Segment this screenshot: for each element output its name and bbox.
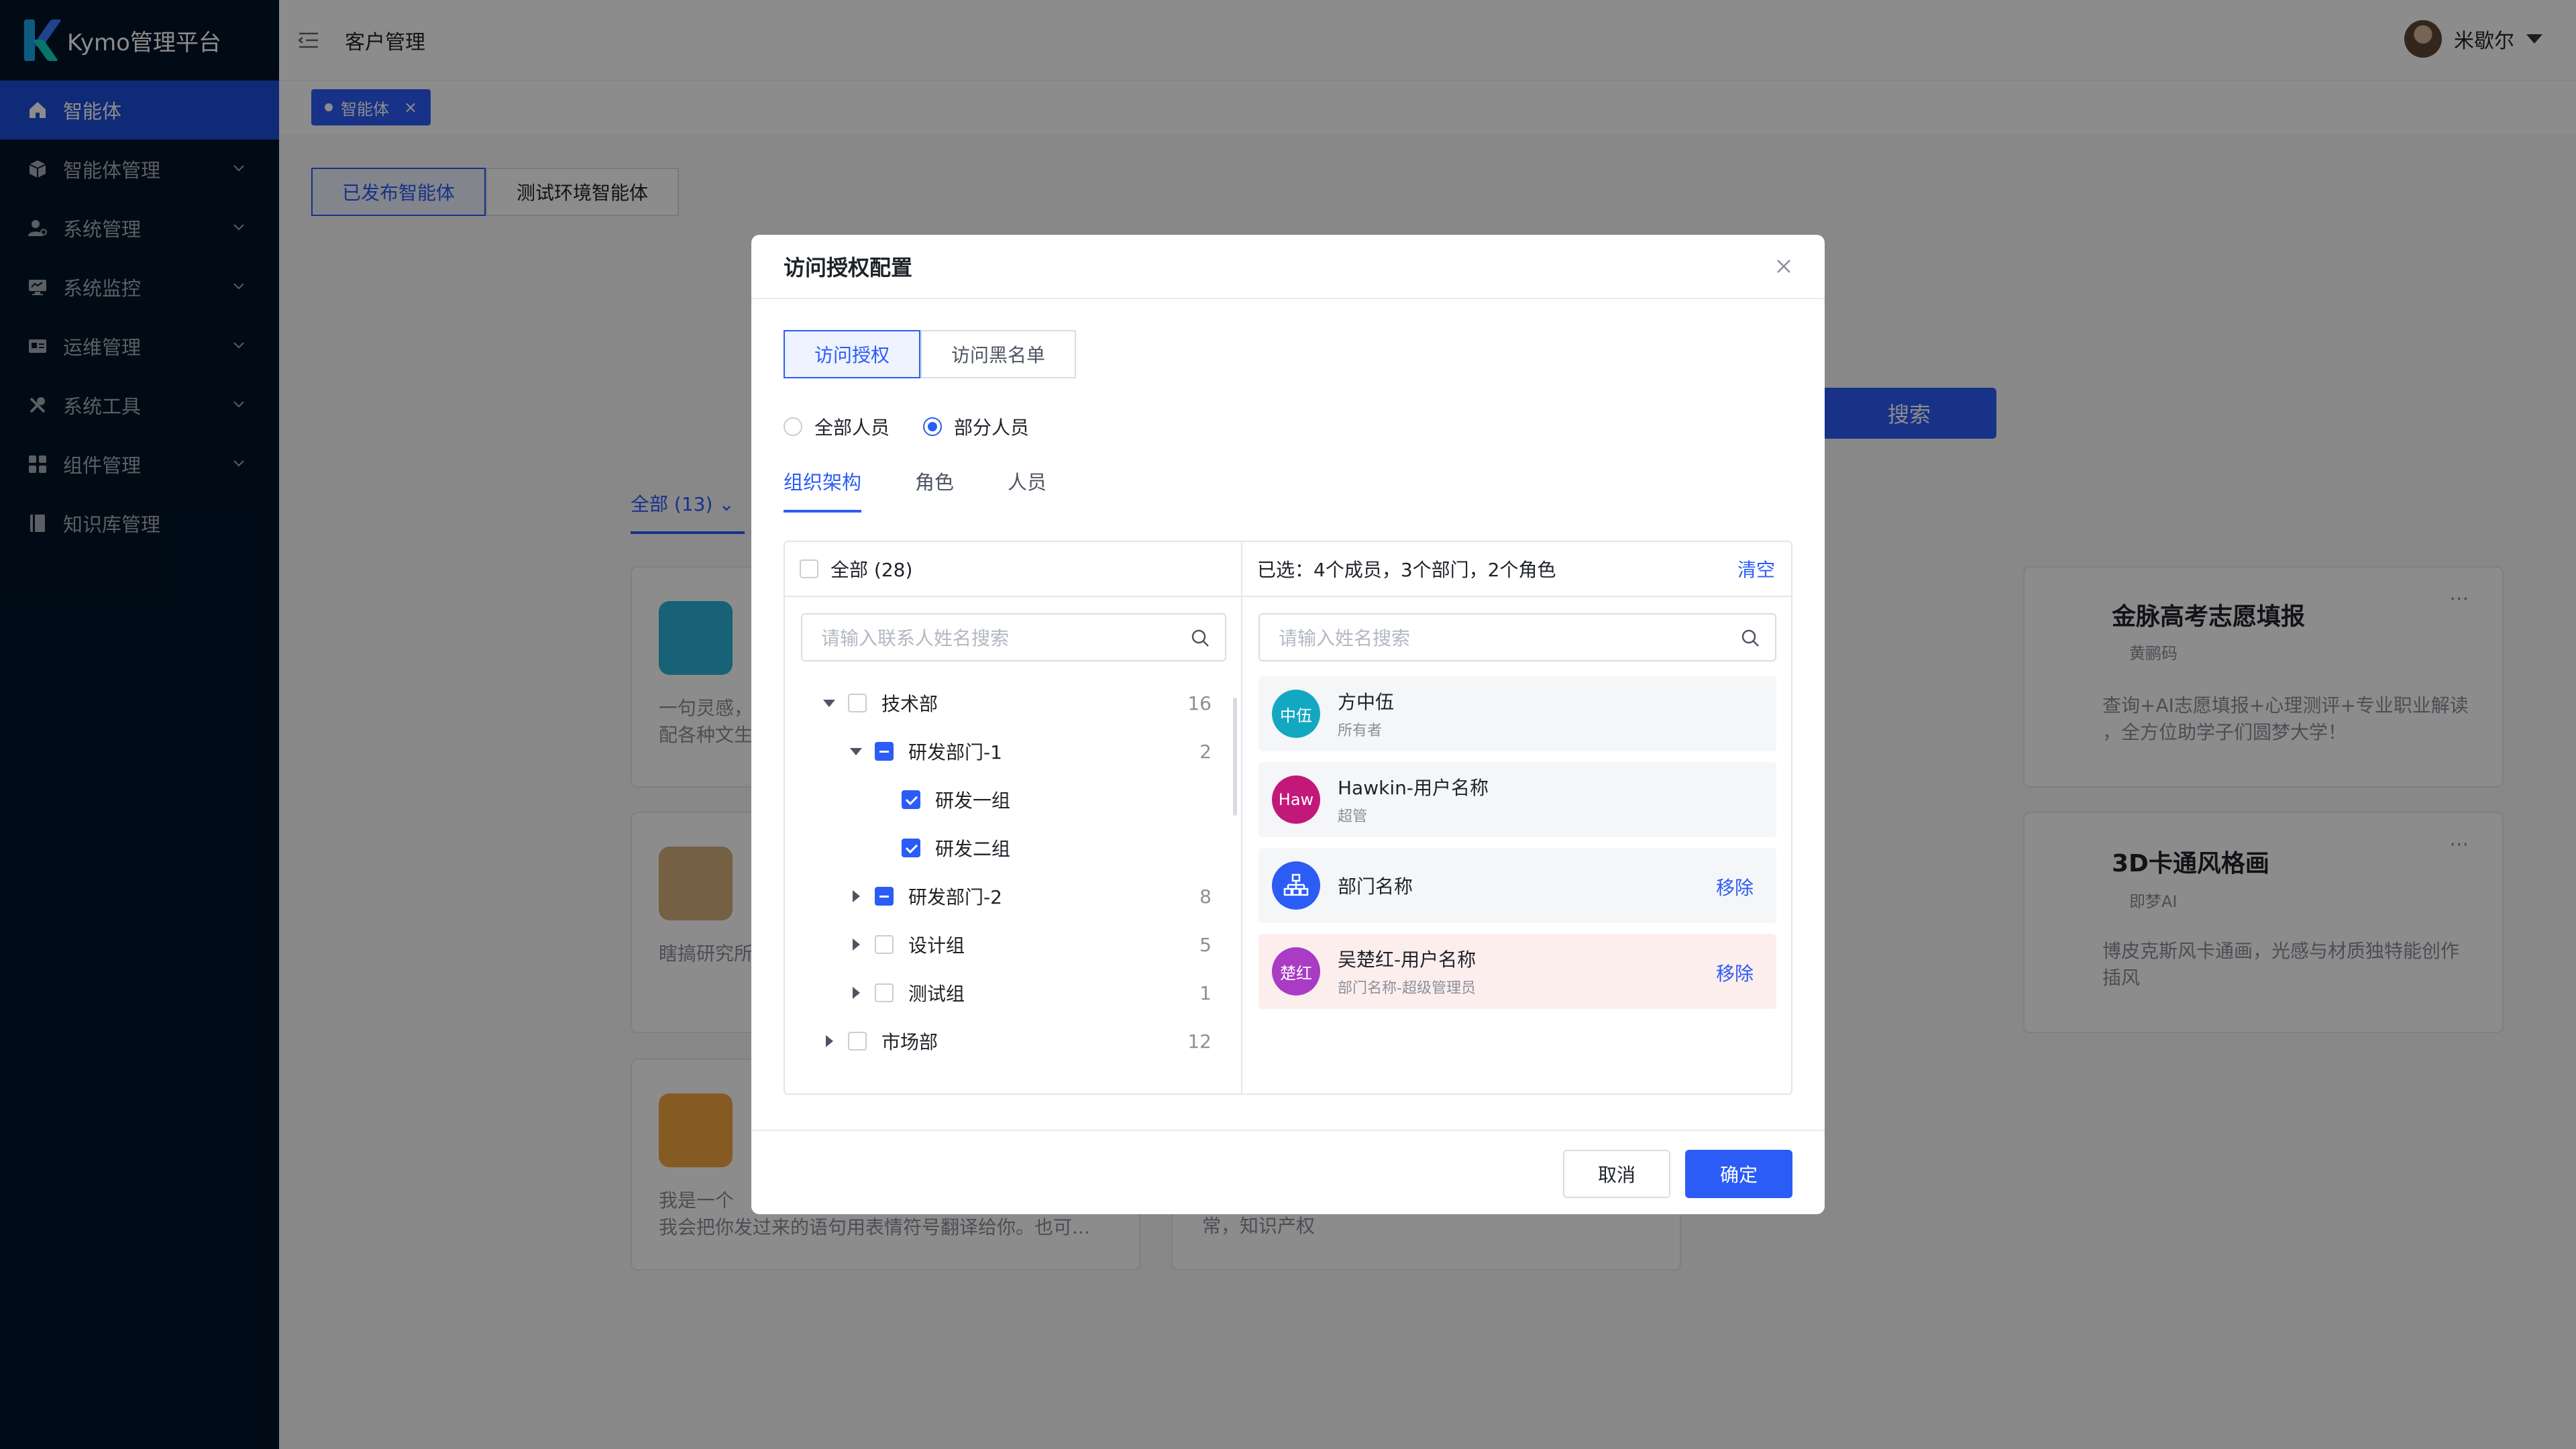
tree-node[interactable]: 设计组 5 (848, 920, 1241, 969)
tree-label: 研发二组 (935, 838, 1011, 860)
selected-panel: 已选：4个成员，3个部门，2个角色 清空 请输入姓名搜索 中伍 方中伍 所有者 … (1242, 542, 1791, 1093)
selected-name: 部门名称 (1338, 875, 1413, 898)
scope-radio-group: 全部人员 部分人员 (784, 413, 1063, 440)
remove-link[interactable]: 移除 (1716, 873, 1754, 900)
radio-label: 全部人员 (814, 417, 890, 439)
selected-role: 所有者 (1338, 722, 1383, 739)
tree-checkbox[interactable] (875, 887, 894, 906)
avatar: 中伍 (1272, 690, 1320, 738)
close-icon[interactable] (1775, 258, 1792, 275)
tree-label: 研发部门-2 (908, 886, 1002, 908)
tab-access-grant[interactable]: 访问授权 (784, 330, 921, 378)
tree-node[interactable]: 研发二组 (902, 824, 1241, 872)
tree-checkbox[interactable] (902, 790, 920, 809)
tree-count: 8 (1199, 885, 1212, 908)
tree-checkbox[interactable] (875, 935, 894, 954)
tab-members[interactable]: 人员 (1008, 467, 1046, 513)
tree-label: 测试组 (908, 983, 965, 1005)
tree-count: 12 (1187, 1030, 1212, 1053)
tree-count: 5 (1199, 933, 1212, 956)
contact-search-input[interactable]: 请输入联系人姓名搜索 (801, 613, 1226, 661)
org-chart-icon (1272, 861, 1320, 910)
tree-node[interactable]: 研发部门-2 8 (848, 872, 1241, 920)
selected-item: Haw Hawkin-用户名称 超管 (1258, 762, 1776, 837)
tree-label: 研发部门-1 (908, 741, 1002, 763)
search-icon[interactable] (1740, 628, 1760, 648)
selection-subtabs: 组织架构 角色 人员 (784, 467, 1100, 513)
modal-header: 访问授权配置 (751, 235, 1825, 299)
remove-link[interactable]: 移除 (1716, 959, 1754, 986)
selected-role: 超管 (1338, 808, 1368, 825)
expand-right-icon[interactable] (848, 888, 864, 904)
tree-node[interactable]: 技术部 16 (821, 679, 1241, 727)
selected-item: 部门名称 移除 (1258, 848, 1776, 923)
selected-name: 方中伍 (1338, 691, 1395, 713)
modal-title: 访问授权配置 (784, 255, 913, 280)
tree-label: 研发一组 (935, 790, 1011, 812)
selected-header: 已选：4个成员，3个部门，2个角色 清空 (1242, 542, 1791, 597)
expand-right-icon[interactable] (848, 936, 864, 953)
transfer-panel: 全部 (28) 请输入联系人姓名搜索 技术部 16 研发部门-1 2 研发一组 (784, 541, 1792, 1095)
confirm-button[interactable]: 确定 (1685, 1150, 1792, 1198)
tree-checkbox[interactable] (875, 983, 894, 1002)
avatar: Haw (1272, 775, 1320, 824)
tree-node[interactable]: 研发部门-1 2 (848, 727, 1241, 775)
select-all-label: 全部 (28) (830, 559, 913, 581)
expand-right-icon[interactable] (848, 985, 864, 1001)
cancel-button[interactable]: 取消 (1563, 1150, 1670, 1198)
radio-label: 部分人员 (954, 417, 1030, 439)
selected-item: 楚红 吴楚红-用户名称 部门名称-超级管理员 移除 (1258, 934, 1776, 1009)
tree-node[interactable]: 市场部 12 (821, 1017, 1241, 1065)
tree-node[interactable]: 研发一组 (902, 775, 1241, 824)
selected-name: 吴楚红-用户名称 (1338, 949, 1477, 971)
tree-count: 16 (1187, 692, 1212, 714)
tab-org-structure[interactable]: 组织架构 (784, 467, 862, 513)
expand-down-icon[interactable] (848, 743, 864, 759)
access-tabs: 访问授权 访问黑名单 (784, 330, 1077, 378)
tree-checkbox[interactable] (875, 742, 894, 761)
tree-label: 设计组 (908, 934, 965, 957)
selected-name: Hawkin-用户名称 (1338, 777, 1489, 799)
name-search-input[interactable]: 请输入姓名搜索 (1258, 613, 1776, 661)
avatar: 楚红 (1272, 947, 1320, 996)
tree-checkbox[interactable] (902, 839, 920, 857)
tree-count: 1 (1199, 981, 1212, 1004)
tree-label: 技术部 (881, 693, 938, 715)
tree-checkbox[interactable] (848, 1032, 867, 1051)
tab-roles[interactable]: 角色 (915, 467, 954, 513)
radio-all-members[interactable] (784, 417, 802, 436)
select-all-checkbox[interactable] (800, 559, 818, 578)
selected-item: 中伍 方中伍 所有者 (1258, 676, 1776, 751)
tree-label: 市场部 (881, 1031, 938, 1053)
tree-checkbox[interactable] (848, 694, 867, 712)
search-placeholder: 请输入姓名搜索 (1279, 627, 1411, 649)
access-config-modal: 访问授权配置 访问授权 访问黑名单 全部人员 部分人员 组织架构 角色 人员 全… (751, 235, 1825, 1214)
selected-summary: 已选：4个成员，3个部门，2个角色 (1257, 559, 1556, 581)
expand-right-icon[interactable] (821, 1033, 837, 1049)
search-icon[interactable] (1190, 628, 1210, 648)
selected-role: 部门名称-超级管理员 (1338, 980, 1476, 997)
radio-partial-members[interactable] (923, 417, 943, 436)
tree-node[interactable]: 测试组 1 (848, 969, 1241, 1017)
modal-footer: 取消 确定 (751, 1130, 1825, 1214)
search-placeholder: 请输入联系人姓名搜索 (821, 627, 1010, 649)
tree-header: 全部 (28) (785, 542, 1241, 597)
expand-down-icon[interactable] (821, 695, 837, 711)
tab-access-blacklist[interactable]: 访问黑名单 (920, 330, 1077, 378)
tree-count: 2 (1199, 740, 1212, 763)
org-tree-panel: 全部 (28) 请输入联系人姓名搜索 技术部 16 研发部门-1 2 研发一组 (785, 542, 1242, 1093)
tree-scrollbar[interactable] (1233, 698, 1237, 816)
clear-link[interactable]: 清空 (1737, 555, 1775, 582)
